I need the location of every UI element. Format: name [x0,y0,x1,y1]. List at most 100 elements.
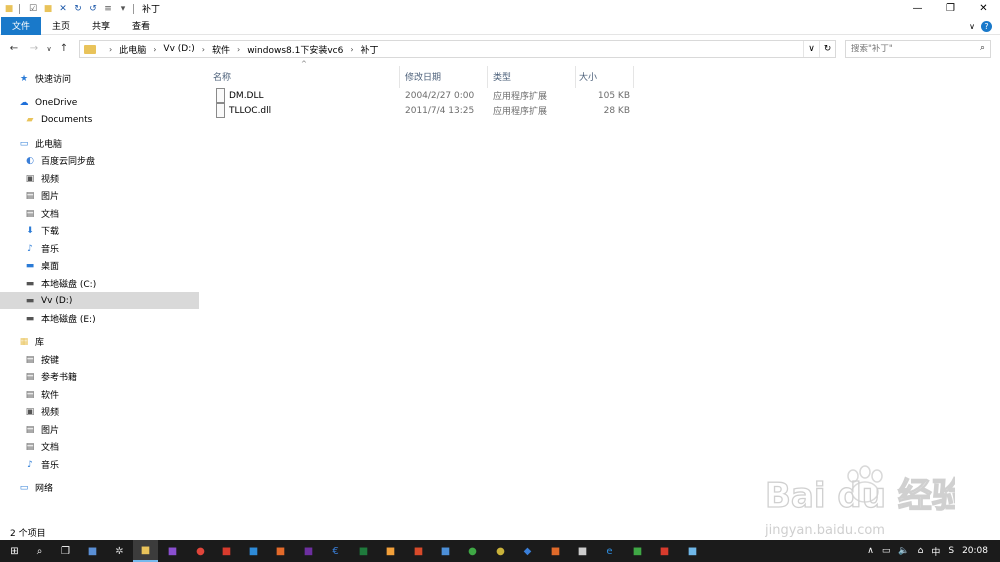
breadcrumb-separator-icon[interactable]: › [153,45,156,54]
volume-icon[interactable]: 🔈 [898,546,909,556]
breadcrumb-vc6[interactable]: windows8.1下安装vc6 [247,43,343,56]
sidebar-item[interactable]: ▬ Vv (D:) [0,292,199,309]
file-name[interactable]: DM.DLL [229,88,264,103]
rename-icon[interactable]: ≡ [102,3,114,14]
sidebar-item[interactable]: ▤ 文档 [0,438,199,455]
sidebar-item[interactable]: ▰ Documents [0,111,199,128]
sidebar-item[interactable]: ⬇ 下载 [0,222,199,239]
column-divider[interactable] [633,66,634,88]
sidebar-item[interactable]: ▣ 视频 [0,170,199,187]
tab-view[interactable]: 查看 [121,17,161,35]
customize-dropdown-icon[interactable]: ▾ [117,3,129,14]
sidebar-item[interactable]: ▬ 桌面 [0,257,199,274]
address-dropdown-icon[interactable]: ∨ [803,41,819,57]
app-icon[interactable]: ■ [680,540,705,562]
forward-button[interactable]: → [24,39,44,59]
sidebar-item[interactable]: ▬ 本地磁盘 (E:) [0,310,199,327]
chrome-icon[interactable]: ● [188,540,213,562]
sidebar-item[interactable]: ▭ 网络 [0,479,199,496]
app-icon[interactable]: ■ [652,540,677,562]
search-input[interactable] [851,44,971,54]
app-icon[interactable]: ■ [378,540,403,562]
tab-file[interactable]: 文件 [1,16,42,35]
app-icon[interactable]: ■ [80,540,105,562]
sidebar-item[interactable]: ▤ 软件 [0,386,199,403]
explorer-icon[interactable]: ■ [133,540,158,562]
excel-icon[interactable]: ■ [351,540,376,562]
file-row[interactable]: TLLOC.dll 2011/7/4 13:25 应用程序扩展 28 KB [212,103,634,118]
input-method-icon[interactable]: S [948,546,954,556]
redo-icon[interactable]: ↻ [72,3,84,14]
ime-indicator[interactable]: 中 [931,545,940,558]
search-box[interactable]: ⌕ [845,40,991,58]
visual-studio-icon[interactable]: ■ [160,540,185,562]
column-divider[interactable] [399,66,400,88]
breadcrumb-drive-d[interactable]: Vv (D:) [163,44,194,54]
clock[interactable]: 20:08 [962,546,988,556]
up-button[interactable]: ↑ [54,39,74,59]
file-row[interactable]: DM.DLL 2004/2/27 0:00 应用程序扩展 105 KB [212,88,634,103]
app-icon[interactable]: ■ [433,540,458,562]
sidebar-item[interactable]: ◐ 百度云同步盘 [0,152,199,169]
column-header-size[interactable]: 大小 [579,66,597,86]
app-icon[interactable]: ■ [543,540,568,562]
network-icon[interactable]: ⌂ [918,546,924,556]
edge-icon[interactable]: e [597,540,622,562]
pdf-icon[interactable]: ■ [214,540,239,562]
sidebar-item[interactable]: ▭ 此电脑 [0,135,199,152]
sidebar-item[interactable]: ♪ 音乐 [0,456,199,473]
column-divider[interactable] [575,66,576,88]
close-button[interactable]: ✕ [967,0,1000,17]
sidebar-item[interactable]: ▤ 图片 [0,187,199,204]
app-icon[interactable]: ■ [296,540,321,562]
column-divider[interactable] [487,66,488,88]
breadcrumb-separator-icon[interactable]: › [350,45,353,54]
app-icon[interactable]: ◆ [515,540,540,562]
breadcrumb-separator-icon[interactable]: › [109,45,112,54]
breadcrumb-software[interactable]: 软件 [212,43,230,56]
sidebar-item[interactable]: ♪ 音乐 [0,240,199,257]
app-icon[interactable]: ● [488,540,513,562]
breadcrumb-separator-icon[interactable]: › [237,45,240,54]
sidebar-item[interactable]: ▤ 参考书籍 [0,368,199,385]
back-button[interactable]: ← [4,39,24,59]
sidebar-item[interactable]: ▤ 按键 [0,351,199,368]
app-icon[interactable]: ■ [406,540,431,562]
sidebar-item[interactable]: ▤ 文档 [0,205,199,222]
delete-icon[interactable]: ✕ [57,3,69,14]
properties-icon[interactable]: ☑ [27,3,39,14]
column-header-type[interactable]: 类型 [493,66,511,86]
sidebar-item[interactable]: ▣ 视频 [0,403,199,420]
sidebar-item[interactable]: ▬ 本地磁盘 (C:) [0,275,199,292]
sidebar-item[interactable]: ▤ 图片 [0,421,199,438]
tab-share[interactable]: 共享 [81,17,121,35]
tab-home[interactable]: 主页 [41,17,81,35]
search-icon[interactable]: ⌕ [27,540,52,562]
app-icon[interactable]: ■ [570,540,595,562]
minimize-button[interactable]: — [901,0,934,17]
breadcrumb-separator-icon[interactable]: › [202,45,205,54]
task-view-icon[interactable]: ❐ [53,540,78,562]
column-header-name[interactable]: 名称 [213,66,231,86]
recent-locations-button[interactable]: ∨ [44,39,54,59]
file-name[interactable]: TLLOC.dll [229,103,271,118]
sidebar-item[interactable]: ▦ 库 [0,333,199,350]
breadcrumb-this-pc[interactable]: 此电脑 [119,43,146,56]
expand-ribbon-icon[interactable]: ∨ [969,22,975,31]
app-icon[interactable]: ■ [625,540,650,562]
app-icon[interactable]: € [323,540,348,562]
column-header-date[interactable]: 修改日期 [405,66,441,86]
maximize-button[interactable]: ❐ [934,0,967,17]
show-hidden-icons-icon[interactable]: ∧ [867,546,874,556]
undo-icon[interactable]: ↺ [87,3,99,14]
refresh-icon[interactable]: ↻ [819,41,835,57]
sidebar-item[interactable]: ★ 快速访问 [0,70,199,87]
app-icon[interactable]: ✲ [107,540,132,562]
sidebar-item[interactable]: ☁ OneDrive [0,94,199,111]
app-icon[interactable]: ■ [241,540,266,562]
breadcrumb-patch[interactable]: 补丁 [361,43,379,56]
battery-icon[interactable]: ▭ [882,546,891,556]
new-folder-icon[interactable]: ■ [42,3,54,14]
help-icon[interactable]: ? [981,20,992,32]
address-bar[interactable]: › 此电脑 › Vv (D:) › 软件 › windows8.1下安装vc6 › 补丁 … [79,40,836,58]
